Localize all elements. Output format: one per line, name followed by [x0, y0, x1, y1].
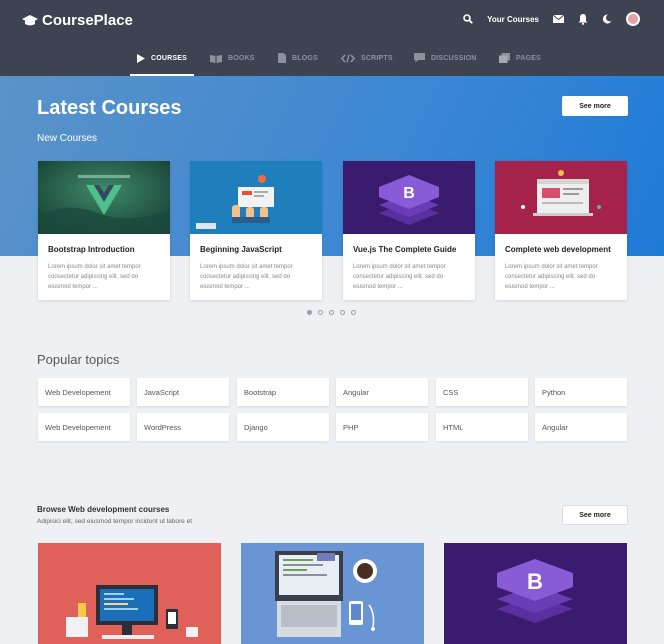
browse-course-card[interactable]	[241, 543, 424, 644]
tab-label: PAGES	[516, 54, 541, 62]
course-description: Lorem ipsum dolor sit amet tempor consec…	[505, 264, 598, 290]
tab-pages[interactable]: PAGES	[499, 40, 541, 76]
tab-label: BOOKS	[228, 54, 255, 62]
chat-icon	[414, 53, 425, 63]
mail-icon[interactable]	[553, 15, 564, 23]
course-card[interactable]: B Vue.js The Complete Guide Lorem ipsum …	[343, 161, 475, 300]
course-description: Lorem ipsum dolor sit amet tempor consec…	[200, 264, 293, 290]
topic-chip[interactable]: JavaScript	[137, 378, 229, 406]
course-card[interactable]: Bootstrap Introduction Lorem ipsum dolor…	[38, 161, 170, 300]
graduation-cap-icon	[22, 14, 38, 25]
course-description: Lorem ipsum dolor sit amet tempor consec…	[353, 264, 446, 290]
search-icon[interactable]	[463, 14, 474, 24]
tab-discussion[interactable]: DISCUSSION	[414, 40, 477, 76]
topic-chip[interactable]: Python	[535, 378, 627, 406]
topic-chip[interactable]: Angular	[535, 413, 627, 441]
bootstrap-thumbnail: B	[343, 161, 475, 234]
topic-chip[interactable]: Angular	[336, 378, 428, 406]
topic-chip[interactable]: Bootstrap	[237, 378, 329, 406]
tab-label: SCRIPTS	[361, 54, 393, 62]
course-card[interactable]: Beginning JavaScript Lorem ipsum dolor s…	[190, 161, 322, 300]
javascript-thumbnail	[190, 161, 322, 234]
browse-see-more-button[interactable]: See more	[562, 505, 628, 525]
category-tabs: COURSES BOOKS BLOGS SCRIPTS DISCUSSION P…	[0, 40, 664, 76]
tab-scripts[interactable]: SCRIPTS	[341, 40, 393, 76]
tab-label: DISCUSSION	[431, 54, 477, 62]
tab-label: BLOGS	[292, 54, 318, 62]
book-icon	[210, 54, 222, 63]
course-title: Bootstrap Introduction	[48, 245, 135, 254]
document-icon	[278, 53, 286, 63]
play-icon	[137, 53, 145, 63]
carousel-dot[interactable]	[329, 310, 334, 315]
tab-label: COURSES	[151, 54, 188, 62]
topic-chip[interactable]: WordPress	[137, 413, 229, 441]
carousel-indicators	[307, 310, 362, 315]
page-title: Latest Courses	[37, 97, 182, 119]
code-icon	[341, 53, 355, 63]
topic-chip[interactable]: CSS	[436, 378, 528, 406]
browse-section-title: Browse Web development courses	[37, 505, 170, 514]
browse-course-card[interactable]	[38, 543, 221, 644]
web-dev-thumbnail	[495, 161, 627, 234]
course-card[interactable]: Complete web development Lorem ipsum dol…	[495, 161, 627, 300]
browse-course-card[interactable]: B	[444, 543, 627, 644]
carousel-dot[interactable]	[318, 310, 323, 315]
topic-chip[interactable]: PHP	[336, 413, 428, 441]
topic-chip[interactable]: HTML	[436, 413, 528, 441]
brand-logo[interactable]: CoursePlace	[22, 12, 133, 29]
tab-courses[interactable]: COURSES	[129, 40, 195, 76]
pages-icon	[499, 53, 510, 63]
bell-icon[interactable]	[578, 13, 588, 25]
course-title: Vue.js The Complete Guide	[353, 245, 457, 254]
browse-section-subtitle: Adipisici elit, sed eiusmod tempor incid…	[37, 518, 192, 525]
carousel-dot[interactable]	[351, 310, 356, 315]
section-subtitle: New Courses	[37, 133, 98, 144]
brand-name: CoursePlace	[42, 12, 133, 29]
moon-icon[interactable]	[602, 14, 612, 24]
carousel-dot[interactable]	[307, 310, 312, 315]
topic-chip[interactable]: Web Developement	[38, 413, 130, 441]
tab-blogs[interactable]: BLOGS	[278, 40, 318, 76]
top-navbar: CoursePlace Your Courses	[0, 0, 664, 40]
your-courses-link[interactable]: Your Courses	[487, 15, 539, 24]
popular-topics-title: Popular topics	[37, 352, 120, 367]
avatar[interactable]	[626, 12, 640, 26]
course-description: Lorem ipsum dolor sit amet tempor consec…	[48, 264, 141, 290]
tab-books[interactable]: BOOKS	[210, 40, 255, 76]
see-more-button[interactable]: See more	[562, 96, 628, 116]
topic-chip[interactable]: Web Developement	[38, 378, 130, 406]
vue-thumbnail	[38, 161, 170, 234]
topic-chip[interactable]: Django	[237, 413, 329, 441]
course-title: Complete web development	[505, 245, 611, 254]
carousel-dot[interactable]	[340, 310, 345, 315]
svg-text:B: B	[527, 569, 543, 594]
svg-text:B: B	[403, 185, 415, 202]
course-title: Beginning JavaScript	[200, 245, 282, 254]
